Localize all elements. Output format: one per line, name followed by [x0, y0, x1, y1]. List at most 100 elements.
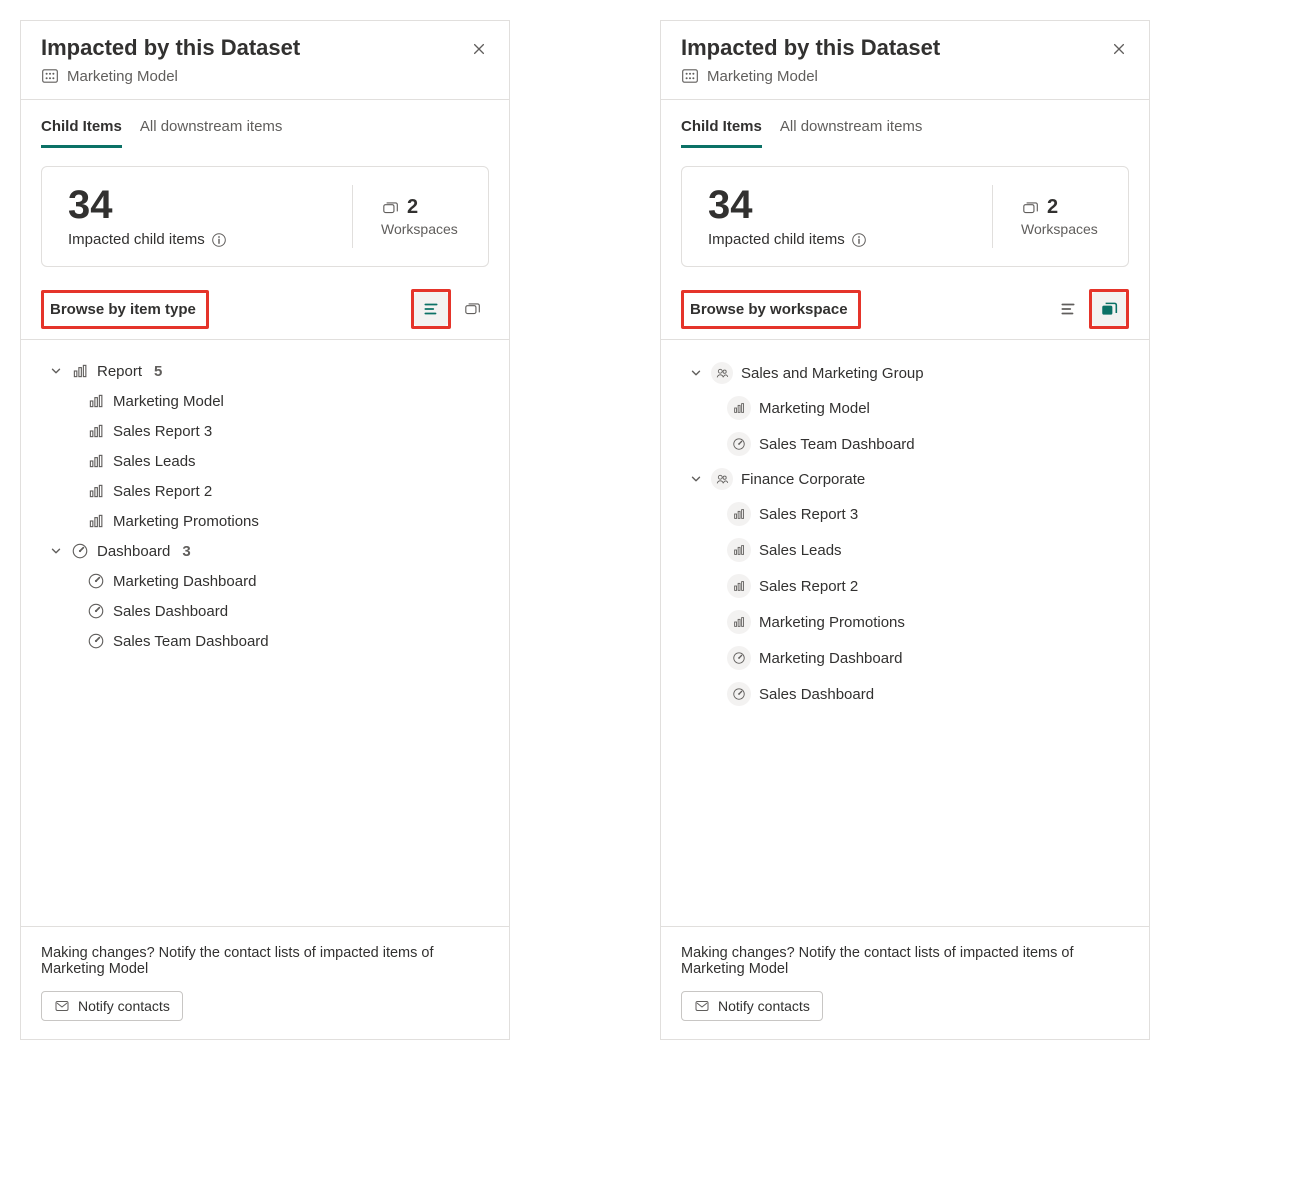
tree-item[interactable]: Marketing Promotions	[727, 604, 1125, 640]
report-icon	[87, 422, 105, 440]
tab-child-items[interactable]: Child Items	[41, 118, 122, 148]
notify-contacts-label: Notify contacts	[718, 998, 810, 1014]
mail-icon	[694, 998, 710, 1014]
group-count: 5	[154, 363, 162, 380]
tree-item[interactable]: Sales Team Dashboard	[727, 426, 1125, 462]
close-button[interactable]	[1107, 37, 1131, 61]
tree-item[interactable]: Sales Dashboard	[727, 676, 1125, 712]
impacted-count: 34	[708, 185, 962, 225]
report-icon	[87, 482, 105, 500]
notify-contacts-label: Notify contacts	[78, 998, 170, 1014]
view-workspace-button[interactable]	[1092, 292, 1126, 326]
chevron-down-icon	[49, 364, 63, 378]
notify-contacts-button[interactable]: Notify contacts	[41, 991, 183, 1021]
list-icon	[1059, 300, 1077, 318]
close-button[interactable]	[467, 37, 491, 61]
report-icon	[727, 538, 751, 562]
summary-card: 34 Impacted child items 2 Workspaces	[681, 166, 1129, 267]
report-icon	[87, 392, 105, 410]
workspace-count: 2	[407, 196, 418, 219]
tree-group[interactable]: Report 5	[49, 356, 485, 386]
info-icon[interactable]	[851, 232, 867, 248]
item-name: Sales Dashboard	[759, 686, 874, 703]
group-name: Report	[97, 363, 142, 380]
item-name: Sales Report 3	[759, 506, 858, 523]
tab-all-downstream[interactable]: All downstream items	[140, 118, 283, 148]
chevron-down-icon	[689, 472, 703, 486]
tree-item[interactable]: Marketing Dashboard	[727, 640, 1125, 676]
tree-item[interactable]: Sales Report 3	[727, 496, 1125, 532]
tree-item[interactable]: Marketing Model	[727, 390, 1125, 426]
browse-label-highlight: Browse by item type	[41, 290, 209, 329]
view-toggle-highlight	[1089, 289, 1129, 329]
workspace-icon	[711, 362, 733, 384]
right-panel: Impacted by this Dataset Marketing Model…	[660, 20, 1150, 1040]
impacted-count-label: Impacted child items	[708, 231, 845, 248]
tab-child-items[interactable]: Child Items	[681, 118, 762, 148]
dataset-name: Marketing Model	[707, 68, 818, 85]
group-name: Sales and Marketing Group	[741, 365, 924, 382]
item-name: Marketing Promotions	[113, 513, 259, 530]
report-icon	[87, 452, 105, 470]
stack-icon	[463, 300, 481, 318]
notify-contacts-button[interactable]: Notify contacts	[681, 991, 823, 1021]
tree-item[interactable]: Sales Report 3	[87, 416, 485, 446]
chevron-down-icon	[689, 366, 703, 380]
panel-subtitle: Marketing Model	[681, 67, 1129, 85]
panel-title: Impacted by this Dataset	[681, 35, 1129, 61]
tree-item[interactable]: Sales Dashboard	[87, 596, 485, 626]
panel-subtitle: Marketing Model	[41, 67, 489, 85]
dashboard-icon	[71, 542, 89, 560]
close-icon	[472, 42, 486, 56]
tree-item[interactable]: Sales Report 2	[87, 476, 485, 506]
tree-item[interactable]: Marketing Model	[87, 386, 485, 416]
item-name: Sales Report 2	[759, 578, 858, 595]
workspace-icon	[381, 199, 399, 217]
view-workspace-button[interactable]	[455, 292, 489, 326]
tree-group[interactable]: Sales and Marketing Group	[689, 356, 1125, 390]
tab-all-downstream[interactable]: All downstream items	[780, 118, 923, 148]
info-icon[interactable]	[211, 232, 227, 248]
list-icon	[422, 300, 440, 318]
stack-fill-icon	[1100, 300, 1118, 318]
item-name: Marketing Promotions	[759, 614, 905, 631]
mail-icon	[54, 998, 70, 1014]
dashboard-icon	[727, 646, 751, 670]
view-toggle-highlight	[411, 289, 451, 329]
group-count: 3	[182, 543, 190, 560]
tree-item[interactable]: Sales Report 2	[727, 568, 1125, 604]
group-name: Dashboard	[97, 543, 170, 560]
summary-card: 34 Impacted child items 2 Workspaces	[41, 166, 489, 267]
impacted-count: 34	[68, 185, 322, 225]
workspace-count-label: Workspaces	[381, 221, 462, 237]
tree-group[interactable]: Dashboard 3	[49, 536, 485, 566]
item-name: Sales Team Dashboard	[113, 633, 269, 650]
dashboard-icon	[87, 572, 105, 590]
dashboard-icon	[727, 682, 751, 706]
footer-text: Making changes? Notify the contact lists…	[681, 945, 1129, 977]
item-name: Sales Dashboard	[113, 603, 228, 620]
dataset-icon	[681, 67, 699, 85]
tree-item[interactable]: Marketing Dashboard	[87, 566, 485, 596]
dashboard-icon	[87, 632, 105, 650]
item-name: Sales Team Dashboard	[759, 436, 915, 453]
browse-label: Browse by item type	[50, 293, 206, 326]
view-list-button[interactable]	[414, 292, 448, 326]
impacted-count-label: Impacted child items	[68, 231, 205, 248]
dashboard-icon	[87, 602, 105, 620]
item-name: Sales Report 3	[113, 423, 212, 440]
view-list-button[interactable]	[1051, 292, 1085, 326]
tree-item[interactable]: Sales Team Dashboard	[87, 626, 485, 656]
browse-label-highlight: Browse by workspace	[681, 290, 861, 329]
tree-item[interactable]: Sales Leads	[727, 532, 1125, 568]
tree-item[interactable]: Sales Leads	[87, 446, 485, 476]
tree-group[interactable]: Finance Corporate	[689, 462, 1125, 496]
left-panel: Impacted by this Dataset Marketing Model…	[20, 20, 510, 1040]
tree-item[interactable]: Marketing Promotions	[87, 506, 485, 536]
report-icon	[71, 362, 89, 380]
dashboard-icon	[727, 432, 751, 456]
dataset-name: Marketing Model	[67, 68, 178, 85]
workspace-count: 2	[1047, 196, 1058, 219]
item-name: Marketing Model	[113, 393, 224, 410]
workspace-icon	[711, 468, 733, 490]
